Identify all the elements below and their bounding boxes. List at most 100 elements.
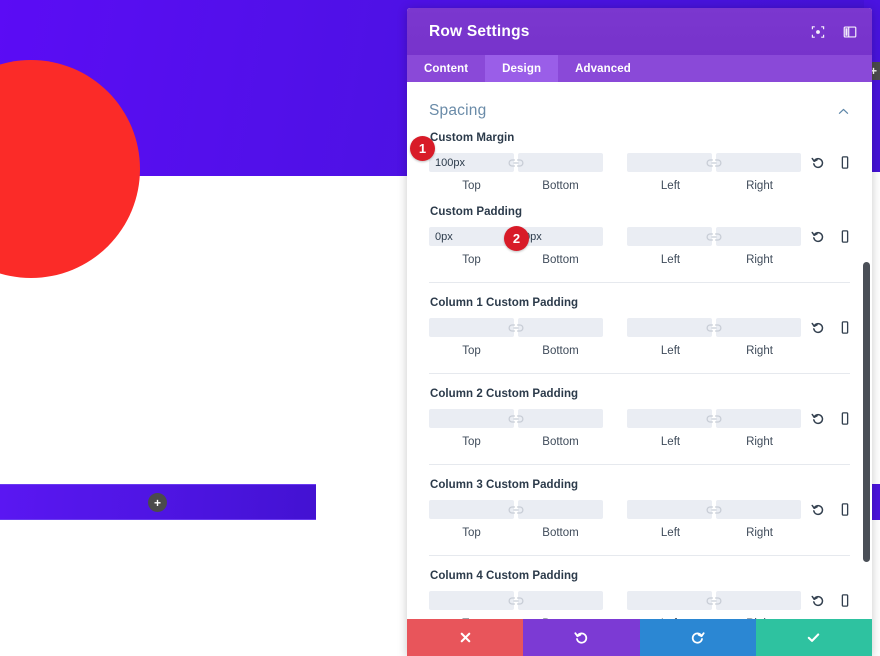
col3-padding-left-input[interactable] — [627, 500, 712, 519]
label-bottom: Bottom — [542, 527, 579, 539]
undo-button[interactable] — [523, 619, 640, 656]
left-right-pair — [627, 500, 801, 519]
spacing-inputs-row — [429, 150, 850, 175]
mobile-device-icon[interactable] — [838, 411, 852, 426]
panel-body: Spacing Custom Margin 100px Top Bottom L… — [407, 82, 872, 619]
spacing-section-title: Spacing — [429, 102, 487, 119]
focus-target-icon[interactable] — [810, 24, 826, 40]
padding-top-input[interactable] — [429, 227, 514, 246]
padding-left-input[interactable] — [627, 227, 712, 246]
callout-badge-1: 1 — [410, 136, 435, 161]
field-labels: Top Bottom Left Right — [429, 254, 850, 266]
cancel-button[interactable] — [407, 619, 524, 656]
mobile-device-icon[interactable] — [838, 593, 852, 608]
col3-padding-bottom-input[interactable] — [518, 500, 603, 519]
field-group-column-2-padding: Column 2 Custom Padding Top Bottom Left … — [407, 374, 872, 465]
label-left: Left — [660, 436, 681, 448]
screen: + + Row Settings Content Design Advanced… — [0, 0, 880, 656]
spacing-section-header[interactable]: Spacing — [407, 82, 872, 132]
padding-right-input[interactable] — [716, 227, 801, 246]
top-bottom-pair — [429, 318, 603, 337]
label-bottom: Bottom — [518, 618, 603, 619]
label-top: Top — [462, 345, 481, 357]
field-labels: Top Bottom Left Right — [429, 527, 850, 539]
field-group-column-1-padding: Column 1 Custom Padding Top Bottom Left … — [407, 283, 872, 374]
undo-reset-icon[interactable] — [811, 155, 825, 170]
field-labels: Top Bottom Left Right — [429, 345, 850, 357]
group-label: Custom Margin — [430, 132, 515, 144]
row-tools — [801, 593, 852, 608]
col1-padding-right-input[interactable] — [716, 318, 801, 337]
mobile-device-icon[interactable] — [838, 320, 852, 335]
chevron-up-icon[interactable] — [837, 105, 850, 118]
top-bottom-pair — [429, 500, 603, 519]
undo-reset-icon[interactable] — [811, 411, 825, 426]
redo-icon — [691, 632, 705, 644]
left-right-pair — [627, 591, 801, 610]
spacing-inputs-row — [429, 224, 850, 249]
col3-padding-top-input[interactable] — [429, 500, 514, 519]
col2-padding-right-input[interactable] — [716, 409, 801, 428]
panel-header: Row Settings — [407, 8, 872, 55]
row-tools — [801, 502, 852, 517]
left-right-pair — [627, 153, 801, 172]
panel-header-actions — [810, 24, 858, 40]
undo-reset-icon[interactable] — [811, 320, 825, 335]
undo-reset-icon[interactable] — [811, 593, 825, 608]
col4-padding-right-input[interactable] — [716, 591, 801, 610]
field-labels: Top Bottom Left Right — [429, 618, 850, 619]
label-top: Top — [462, 527, 481, 539]
field-group-column-3-padding: Column 3 Custom Padding Top Bottom Left … — [407, 465, 872, 556]
field-group-custom-margin: Custom Margin 100px Top Bottom Left Righ… — [407, 132, 872, 192]
spacing-inputs-row — [429, 315, 850, 340]
label-right: Right — [746, 180, 773, 192]
save-button[interactable] — [755, 619, 872, 656]
left-right-pair — [627, 318, 801, 337]
panel-scrollbar-thumb[interactable] — [863, 262, 870, 562]
label-left: Left — [660, 180, 681, 192]
panel-layout-icon[interactable] — [842, 24, 858, 40]
spacing-inputs-row — [429, 588, 850, 613]
mobile-device-icon[interactable] — [838, 155, 852, 170]
margin-right-input[interactable] — [716, 153, 801, 172]
add-row-icon[interactable]: + — [148, 493, 167, 512]
top-bottom-pair — [429, 591, 603, 610]
tab-content[interactable]: Content — [407, 55, 485, 82]
mobile-device-icon[interactable] — [838, 229, 852, 244]
panel-footer — [407, 619, 872, 656]
col2-padding-left-input[interactable] — [627, 409, 712, 428]
left-right-pair — [627, 227, 801, 246]
col4-padding-top-input[interactable] — [429, 591, 514, 610]
margin-bottom-input[interactable] — [518, 153, 603, 172]
margin-top-input[interactable] — [429, 153, 514, 172]
padding-bottom-input[interactable] — [518, 227, 603, 246]
group-label: Column 3 Custom Padding — [430, 479, 579, 491]
label-left: Left — [628, 618, 713, 619]
label-top: Top — [462, 436, 481, 448]
undo-reset-icon[interactable] — [811, 502, 825, 517]
col1-padding-left-input[interactable] — [627, 318, 712, 337]
group-label: Column 4 Custom Padding — [430, 570, 579, 582]
label-bottom: Bottom — [542, 180, 579, 192]
tab-advanced[interactable]: Advanced — [558, 55, 648, 82]
col1-padding-top-input[interactable] — [429, 318, 514, 337]
field-group-column-4-padding: Column 4 Custom Padding — [407, 556, 872, 619]
undo-reset-icon[interactable] — [811, 229, 825, 244]
col4-padding-left-input[interactable] — [627, 591, 712, 610]
mobile-device-icon[interactable] — [838, 502, 852, 517]
spacing-inputs-row — [429, 497, 850, 522]
tab-design[interactable]: Design — [485, 55, 559, 82]
col2-padding-top-input[interactable] — [429, 409, 514, 428]
col2-padding-bottom-input[interactable] — [518, 409, 603, 428]
top-bottom-pair — [429, 153, 603, 172]
page-title: Row Settings — [429, 22, 530, 40]
label-top: Top — [462, 180, 481, 192]
redo-button[interactable] — [639, 619, 756, 656]
label-right: Right — [717, 618, 802, 619]
col1-padding-bottom-input[interactable] — [518, 318, 603, 337]
row-tools — [801, 155, 852, 170]
col3-padding-right-input[interactable] — [716, 500, 801, 519]
col4-padding-bottom-input[interactable] — [518, 591, 603, 610]
margin-left-input[interactable] — [627, 153, 712, 172]
field-labels: Top Bottom Left Right — [429, 436, 850, 448]
